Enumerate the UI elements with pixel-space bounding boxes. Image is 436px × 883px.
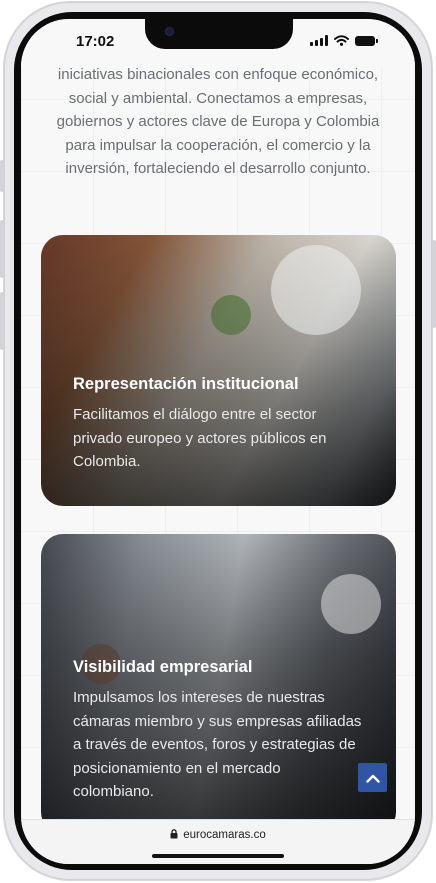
url-display[interactable]: eurocamaras.co [21, 829, 415, 841]
battery-icon [355, 35, 378, 46]
intro-paragraph: iniciativas binacionales con enfoque eco… [56, 66, 380, 177]
status-time: 17:02 [76, 33, 115, 50]
url-text: eurocamaras.co [183, 829, 266, 841]
scroll-to-top-button[interactable] [358, 763, 387, 792]
browser-url-bar[interactable]: eurocamaras.co [21, 819, 415, 864]
card-image-highlight [271, 245, 361, 335]
card-representacion-institucional[interactable]: Representación institucional Facilitamos… [41, 235, 396, 506]
chevron-up-icon [365, 774, 380, 783]
home-indicator[interactable] [152, 854, 284, 858]
status-icons [310, 35, 378, 46]
lock-icon [170, 829, 178, 839]
wifi-icon [334, 35, 349, 46]
power-button [432, 240, 436, 328]
dynamic-island [145, 19, 293, 49]
mute-switch [0, 160, 4, 192]
screen: iniciativas binacionales con enfoque eco… [21, 19, 415, 864]
status-bar: 17:02 [21, 19, 415, 67]
camera-icon [165, 27, 174, 36]
card-title: Visibilidad empresarial [73, 658, 253, 676]
card-image-highlight [321, 574, 381, 634]
card-title: Representación institucional [73, 375, 299, 393]
volume-up-button [0, 220, 4, 278]
card-image-plant [211, 295, 251, 335]
card-description: Facilitamos el diálogo entre el sector p… [73, 406, 327, 470]
volume-down-button [0, 292, 4, 350]
card-visibilidad-empresarial[interactable]: Visibilidad empresarial Impulsamos los i… [41, 534, 396, 834]
signal-icon [310, 35, 328, 46]
card-description: Impulsamos los intereses de nuestras cám… [73, 689, 362, 800]
